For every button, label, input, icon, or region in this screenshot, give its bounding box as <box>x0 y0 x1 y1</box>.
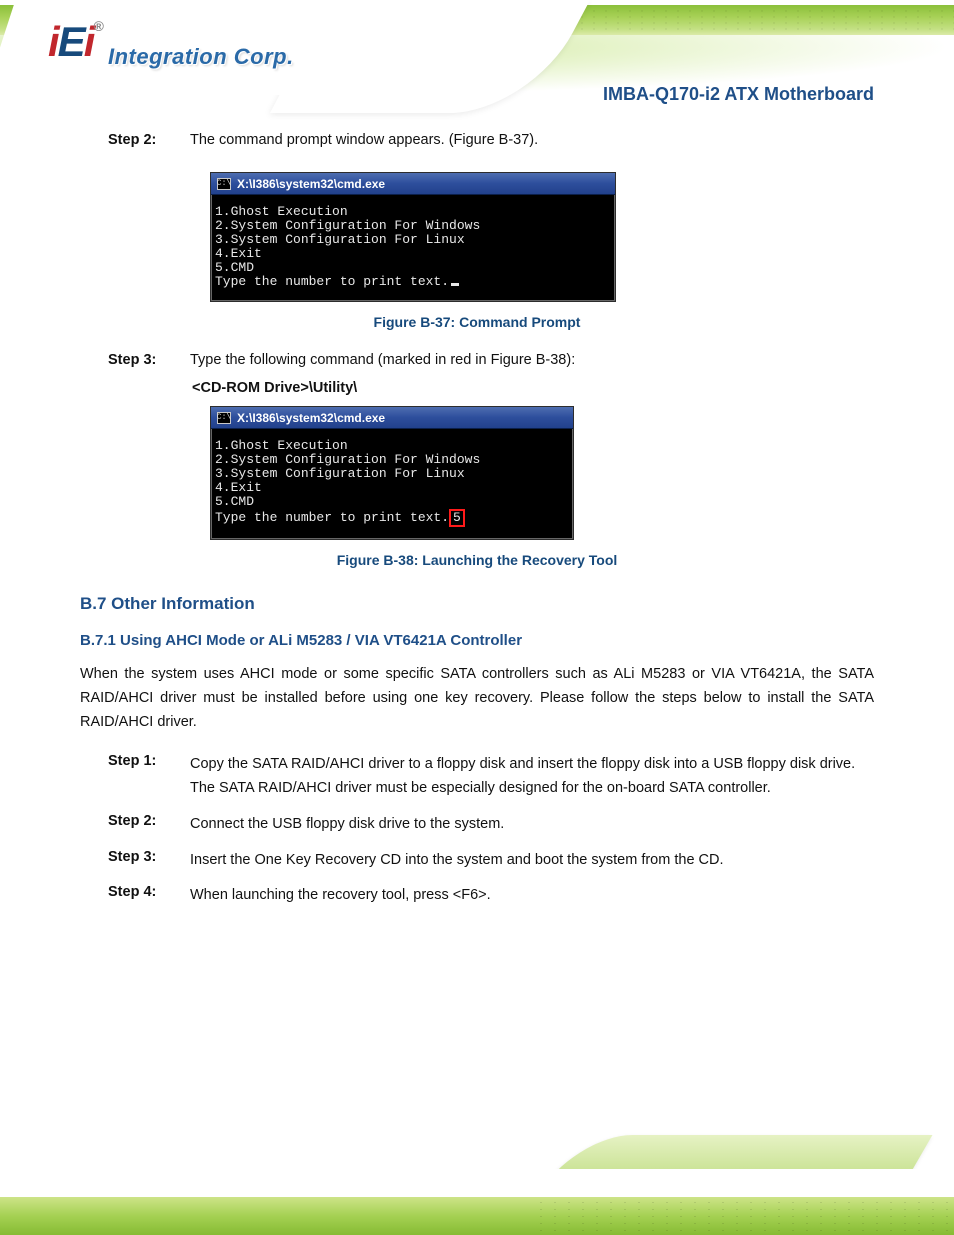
proc-step-1: Step 1: Copy the SATA RAID/AHCI driver t… <box>108 753 874 801</box>
cmd2-line4: 4.Exit <box>215 480 262 495</box>
logo-text: Integration Corp. <box>108 44 294 70</box>
cmd2-line1: 1.Ghost Execution <box>215 438 348 453</box>
step-2: Step 2: The command prompt window appear… <box>108 132 874 148</box>
cmd1-line1: 1.Ghost Execution <box>215 204 348 219</box>
cmd-body-2: 1.Ghost Execution 2.System Configuration… <box>211 429 573 539</box>
cmd-title-path-1: X:\I386\system32\cmd.exe <box>237 177 385 191</box>
cmd-title-path-2: X:\I386\system32\cmd.exe <box>237 411 385 425</box>
section-heading: B.7 Other Information <box>80 594 874 614</box>
page-content: Step 2: The command prompt window appear… <box>0 120 954 1125</box>
brand-logo: iEi® <box>48 18 102 66</box>
cmd-window-2: C:\ X:\I386\system32\cmd.exe 1.Ghost Exe… <box>210 406 574 540</box>
page-number: Page 166 <box>92 1195 153 1211</box>
proc-step-2: Step 2: Connect the USB floppy disk driv… <box>108 813 874 837</box>
step-3-text: Type the following command (marked in re… <box>190 352 575 368</box>
proc-step-3: Step 3: Insert the One Key Recovery CD i… <box>108 849 874 873</box>
logo-mark: iEi® <box>48 18 102 66</box>
cmd2-line5: 5.CMD <box>215 494 254 509</box>
step-2-label: Step 2: <box>108 132 172 148</box>
cmd2-line2: 2.System Configuration For Windows <box>215 452 480 467</box>
proc-step-4-label: Step 4: <box>108 884 172 908</box>
highlighted-input: 5 <box>449 509 465 527</box>
proc-step-1-text: Copy the SATA RAID/AHCI driver to a flop… <box>190 753 874 801</box>
figure-38-caption: Figure B-38: Launching the Recovery Tool <box>80 552 874 568</box>
cmd1-line4: 4.Exit <box>215 246 262 261</box>
figure-37-container: C:\ X:\I386\system32\cmd.exe 1.Ghost Exe… <box>210 172 874 302</box>
cmd-title-bar-1: C:\ X:\I386\system32\cmd.exe <box>211 173 615 195</box>
cmd1-line3: 3.System Configuration For Linux <box>215 232 465 247</box>
cmd1-line6: Type the number to print text. <box>215 274 449 289</box>
cmd-icon: C:\ <box>217 178 231 190</box>
proc-step-1-label: Step 1: <box>108 753 172 801</box>
proc-step-2-text: Connect the USB floppy disk drive to the… <box>190 813 504 837</box>
figure-37-caption: Figure B-37: Command Prompt <box>80 314 874 330</box>
proc-step-4-text: When launching the recovery tool, press … <box>190 884 491 908</box>
step-2-text: The command prompt window appears. (Figu… <box>190 132 538 148</box>
proc-step-3-label: Step 3: <box>108 849 172 873</box>
cmd-body-1: 1.Ghost Execution 2.System Configuration… <box>211 195 615 301</box>
cmd1-line5: 5.CMD <box>215 260 254 275</box>
cmd2-line3: 3.System Configuration For Linux <box>215 466 465 481</box>
proc-step-2-label: Step 2: <box>108 813 172 837</box>
section-subheading: B.7.1 Using AHCI Mode or ALi M5283 / VIA… <box>80 632 874 649</box>
footer-decoration <box>0 1130 954 1235</box>
step-3-command: <CD-ROM Drive>\Utility\ <box>192 380 874 396</box>
figure-38-container: C:\ X:\I386\system32\cmd.exe 1.Ghost Exe… <box>210 406 874 540</box>
document-title: IMBA-Q170-i2 ATX Motherboard <box>603 84 874 105</box>
step-3-label: Step 3: <box>108 352 172 368</box>
proc-step-4: Step 4: When launching the recovery tool… <box>108 884 874 908</box>
cmd-window-1: C:\ X:\I386\system32\cmd.exe 1.Ghost Exe… <box>210 172 616 302</box>
step-3: Step 3: Type the following command (mark… <box>108 352 874 368</box>
cursor-icon <box>451 283 459 286</box>
cmd-icon: C:\ <box>217 412 231 424</box>
cmd1-line2: 2.System Configuration For Windows <box>215 218 480 233</box>
cmd2-line6: Type the number to print text. <box>215 510 449 525</box>
proc-step-3-text: Insert the One Key Recovery CD into the … <box>190 849 724 873</box>
cmd-title-bar-2: C:\ X:\I386\system32\cmd.exe <box>211 407 573 429</box>
section-paragraph-1: When the system uses AHCI mode or some s… <box>80 663 874 735</box>
